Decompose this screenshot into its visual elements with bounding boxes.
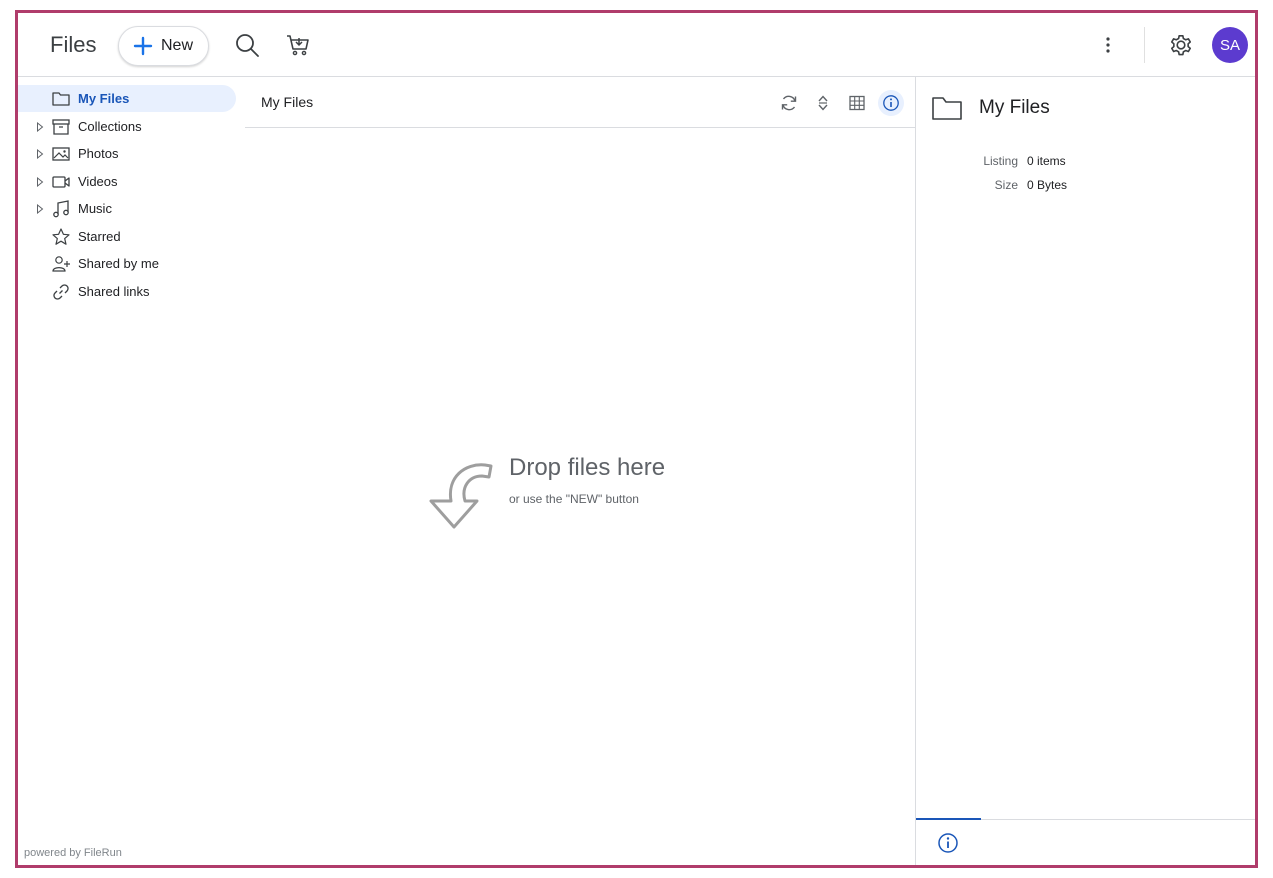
star-icon bbox=[52, 227, 70, 245]
sidebar-item-label: Photos bbox=[78, 146, 119, 161]
sidebar-item-label: Collections bbox=[78, 119, 142, 134]
plus-icon bbox=[133, 36, 153, 56]
new-button[interactable]: New bbox=[118, 26, 209, 66]
new-button-label: New bbox=[161, 37, 194, 54]
drop-arrow-icon bbox=[429, 463, 493, 529]
grid-view-icon[interactable] bbox=[844, 90, 870, 116]
sidebar-item-videos[interactable]: Videos bbox=[18, 168, 236, 195]
sidebar-item-shared-links[interactable]: Shared links bbox=[18, 278, 236, 305]
info-tab-icon[interactable] bbox=[937, 832, 959, 854]
avatar[interactable]: SA bbox=[1212, 27, 1248, 63]
sidebar-item-label: Starred bbox=[78, 229, 121, 244]
sidebar-item-label: Music bbox=[78, 201, 112, 216]
info-panel: My Files Listing 0 items Size 0 Bytes bbox=[916, 77, 1255, 865]
sidebar-item-starred[interactable]: Starred bbox=[18, 223, 236, 250]
folder-icon bbox=[932, 97, 962, 120]
chevron-right-icon[interactable] bbox=[36, 203, 44, 214]
cart-download-icon[interactable] bbox=[285, 32, 311, 58]
music-icon bbox=[53, 199, 69, 217]
video-icon bbox=[52, 175, 70, 188]
sidebar-item-music[interactable]: Music bbox=[18, 195, 236, 222]
sidebar: My Files Collections Photos Videos Music… bbox=[18, 77, 243, 865]
main-divider bbox=[245, 127, 915, 128]
info-row-listing: Listing 0 items bbox=[916, 154, 1255, 170]
info-key: Size bbox=[994, 178, 1018, 192]
info-value: 0 items bbox=[1027, 154, 1066, 168]
folder-icon bbox=[52, 91, 70, 106]
sidebar-item-collections[interactable]: Collections bbox=[18, 113, 236, 140]
info-row-size: Size 0 Bytes bbox=[916, 178, 1255, 194]
sidebar-item-label: Shared by me bbox=[78, 256, 159, 271]
info-icon[interactable] bbox=[878, 90, 904, 116]
page-title: My Files bbox=[261, 94, 314, 110]
chevron-right-icon[interactable] bbox=[36, 176, 44, 187]
sidebar-item-shared-by-me[interactable]: Shared by me bbox=[18, 250, 236, 277]
archive-icon bbox=[52, 118, 70, 135]
powered-by-footer[interactable]: powered by FileRun bbox=[24, 847, 122, 859]
chevron-right-icon[interactable] bbox=[36, 121, 44, 132]
header-divider bbox=[1144, 27, 1145, 63]
app-window: Files New SA My Files Collections Photos… bbox=[15, 10, 1258, 868]
refresh-icon[interactable] bbox=[776, 90, 802, 116]
more-vert-icon[interactable] bbox=[1098, 33, 1118, 57]
info-tab-indicator bbox=[916, 818, 981, 820]
sidebar-item-label: My Files bbox=[78, 91, 130, 106]
info-key: Listing bbox=[983, 154, 1018, 168]
app-title: Files bbox=[50, 32, 97, 57]
drop-files-title: Drop files here bbox=[509, 454, 666, 481]
image-icon bbox=[52, 146, 70, 161]
sort-icon[interactable] bbox=[810, 90, 836, 116]
drop-files-subtitle: or use the "NEW" button bbox=[509, 492, 639, 506]
sidebar-item-photos[interactable]: Photos bbox=[18, 140, 236, 167]
top-bar: Files New SA bbox=[18, 13, 1255, 76]
main-content: My Files Drop files here or use the "NEW… bbox=[245, 77, 915, 865]
info-title: My Files bbox=[979, 97, 1050, 118]
chevron-right-icon[interactable] bbox=[36, 148, 44, 159]
info-value: 0 Bytes bbox=[1027, 178, 1068, 192]
gear-icon[interactable] bbox=[1168, 32, 1194, 58]
sidebar-item-label: Shared links bbox=[78, 284, 150, 299]
link-icon bbox=[53, 283, 69, 300]
sidebar-item-my-files[interactable]: My Files bbox=[18, 85, 236, 112]
sidebar-item-label: Videos bbox=[78, 174, 118, 189]
search-icon[interactable] bbox=[234, 32, 260, 58]
person-add-icon bbox=[52, 255, 70, 272]
